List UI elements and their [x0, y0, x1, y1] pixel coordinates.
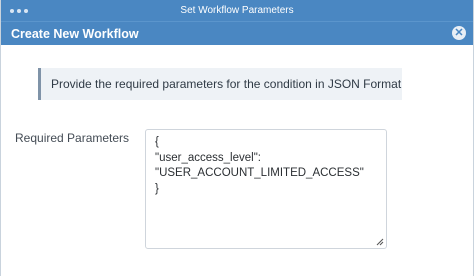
dialog-title: Create New Workflow: [11, 26, 139, 41]
info-banner: Provide the required parameters for the …: [38, 68, 402, 100]
textarea-line: "user_access_level":: [155, 151, 261, 164]
window-controls: [10, 0, 28, 21]
textarea-line: "USER_ACCOUNT_LIMITED_ACCESS": [155, 167, 364, 179]
close-icon[interactable]: ✕: [452, 26, 466, 40]
resize-grip-icon[interactable]: [376, 238, 384, 246]
required-parameters-textarea[interactable]: { "user_access_level": "USER_ACCOUNT_LIM…: [145, 129, 387, 249]
info-message: Provide the required parameters for the …: [51, 77, 402, 91]
window-dot[interactable]: [24, 8, 28, 13]
window-dot[interactable]: [17, 8, 21, 13]
required-parameters-label: Required Parameters: [15, 131, 130, 145]
textarea-line: }: [155, 182, 159, 195]
window-titlebar: Set Workflow Parameters: [1, 0, 473, 21]
dialog-header: Create New Workflow ✕: [1, 21, 473, 45]
window-title: Set Workflow Parameters: [180, 5, 294, 16]
dialog-window: Set Workflow Parameters Create New Workf…: [0, 0, 474, 276]
textarea-line: {: [155, 136, 159, 148]
window-dot[interactable]: [10, 8, 14, 13]
